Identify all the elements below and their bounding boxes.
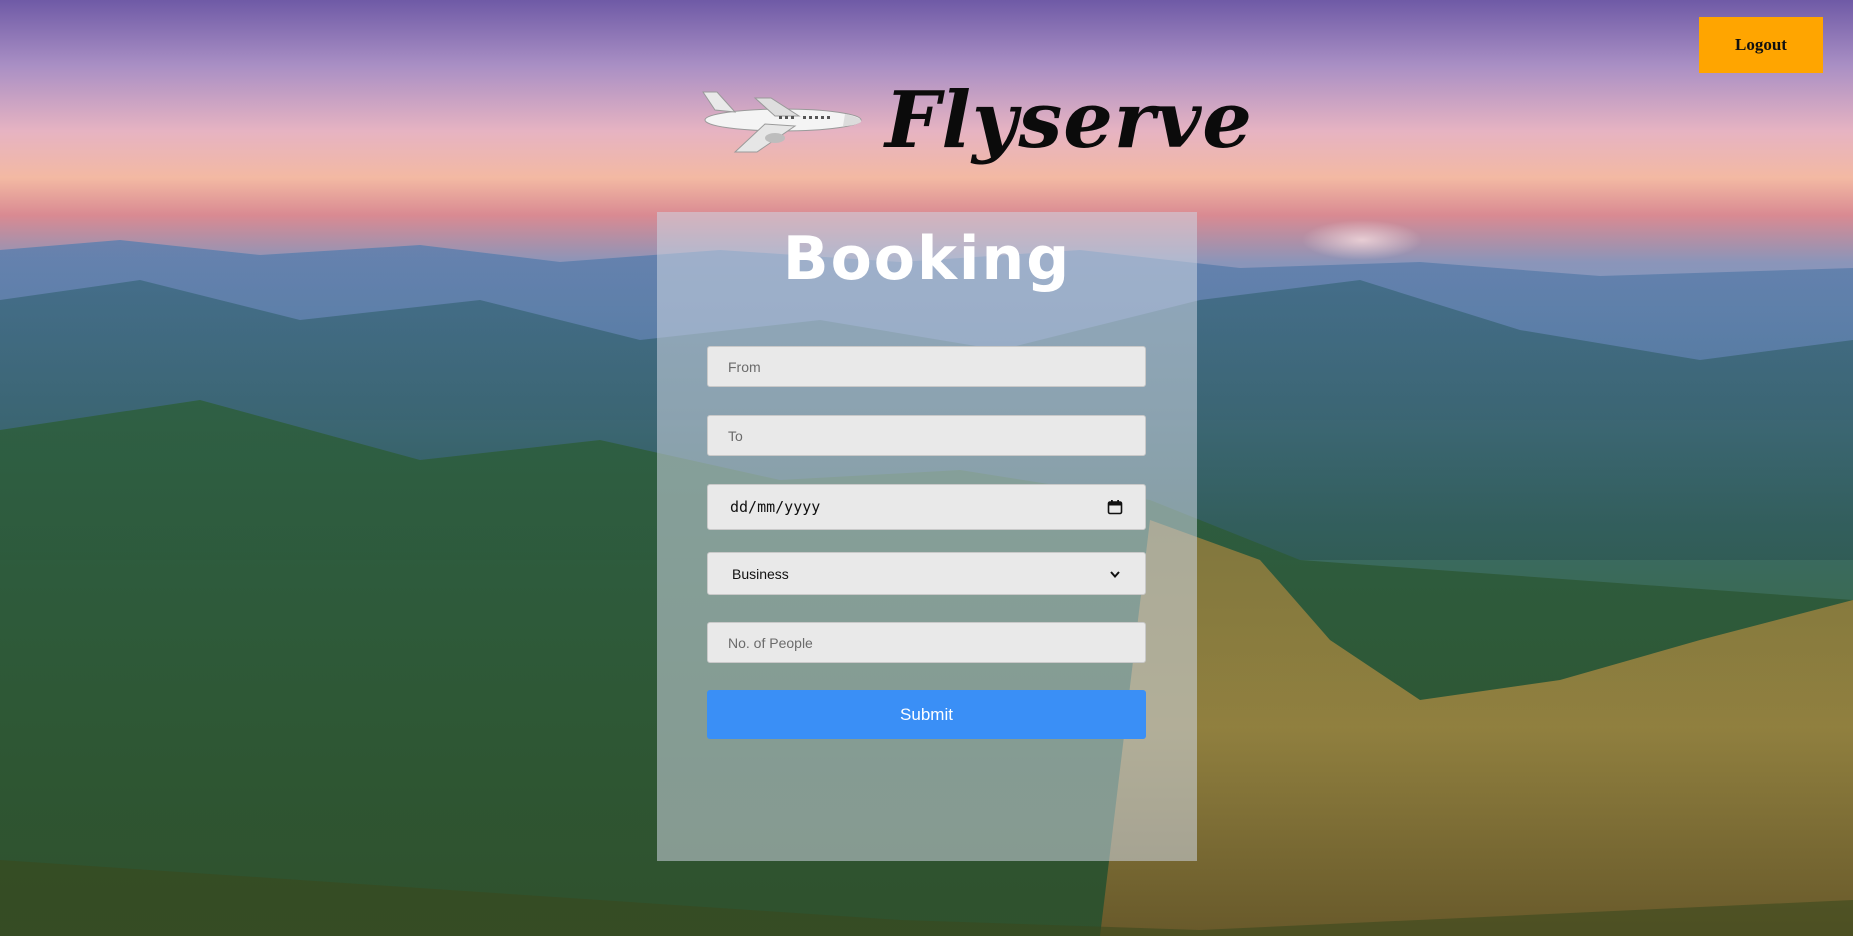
airplane-icon	[702, 91, 862, 153]
date-display: dd/mm/yyyy	[730, 498, 821, 516]
class-selected-value: Business	[732, 565, 789, 582]
from-input[interactable]	[707, 346, 1146, 387]
people-input[interactable]	[707, 622, 1146, 663]
booking-panel: Booking dd/mm/yyyy Business Submit	[657, 212, 1197, 861]
brand-header: Flyserve	[695, 60, 1253, 180]
chevron-down-icon	[1110, 570, 1120, 578]
date-input[interactable]: dd/mm/yyyy	[707, 484, 1146, 530]
brand-name: Flyserve	[885, 74, 1253, 166]
calendar-icon[interactable]	[1107, 499, 1123, 515]
to-input[interactable]	[707, 415, 1146, 456]
logout-button[interactable]: Logout	[1699, 17, 1823, 73]
booking-title: Booking	[782, 224, 1072, 294]
class-select[interactable]: Business	[707, 552, 1146, 595]
submit-button[interactable]: Submit	[707, 690, 1146, 739]
